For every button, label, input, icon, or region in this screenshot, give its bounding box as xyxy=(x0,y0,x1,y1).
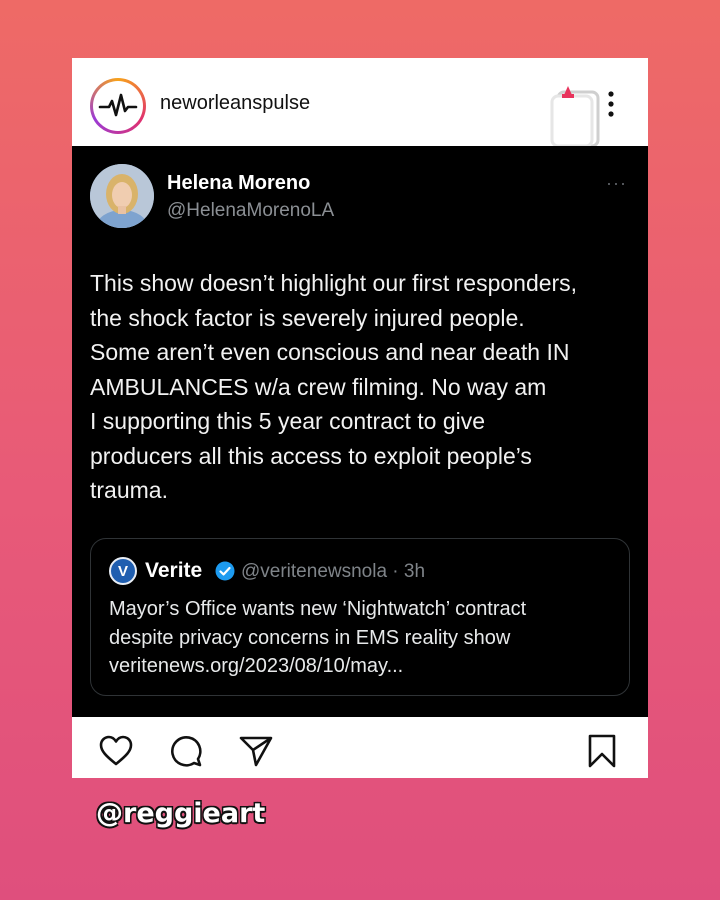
tweet-author-handle[interactable]: @HelenaMorenoLA xyxy=(167,200,334,222)
comment-icon[interactable] xyxy=(168,733,204,769)
account-avatar[interactable] xyxy=(90,78,146,134)
instagram-post-card: neworleanspulse Helena Moreno @HelenaMor… xyxy=(72,58,648,778)
vertical-dots-icon[interactable] xyxy=(606,90,616,118)
bookmark-icon[interactable] xyxy=(584,733,620,769)
tweet-text: This show doesn’t highlight our first re… xyxy=(90,270,578,503)
tweet-more-button[interactable]: ··· xyxy=(606,173,627,194)
heart-icon[interactable] xyxy=(98,733,134,769)
verified-badge-icon xyxy=(215,561,235,581)
heartbeat-pulse-icon xyxy=(98,93,138,117)
tweet-author-name[interactable]: Helena Moreno xyxy=(167,172,310,195)
quoted-tweet[interactable]: V Verite @veritenewsnola · 3h Mayor’s Of… xyxy=(90,538,630,696)
tweet-screenshot: Helena Moreno @HelenaMorenoLA ··· This s… xyxy=(72,146,648,717)
tweet-author-avatar[interactable] xyxy=(90,164,154,228)
creator-watermark: @reggieart xyxy=(96,798,266,829)
post-header: neworleanspulse xyxy=(72,58,648,148)
post-actions-bar xyxy=(72,717,648,778)
person-photo-icon xyxy=(90,164,154,228)
share-icon[interactable] xyxy=(238,733,274,769)
quoted-author-name: Verite xyxy=(145,559,203,582)
verite-logo: V xyxy=(109,557,137,585)
quoted-handle-time: @veritenewsnola · 3h xyxy=(241,561,426,582)
account-username[interactable]: neworleanspulse xyxy=(160,92,310,115)
quoted-tweet-body: Mayor’s Office wants new ‘Nightwatch’ co… xyxy=(109,598,527,677)
